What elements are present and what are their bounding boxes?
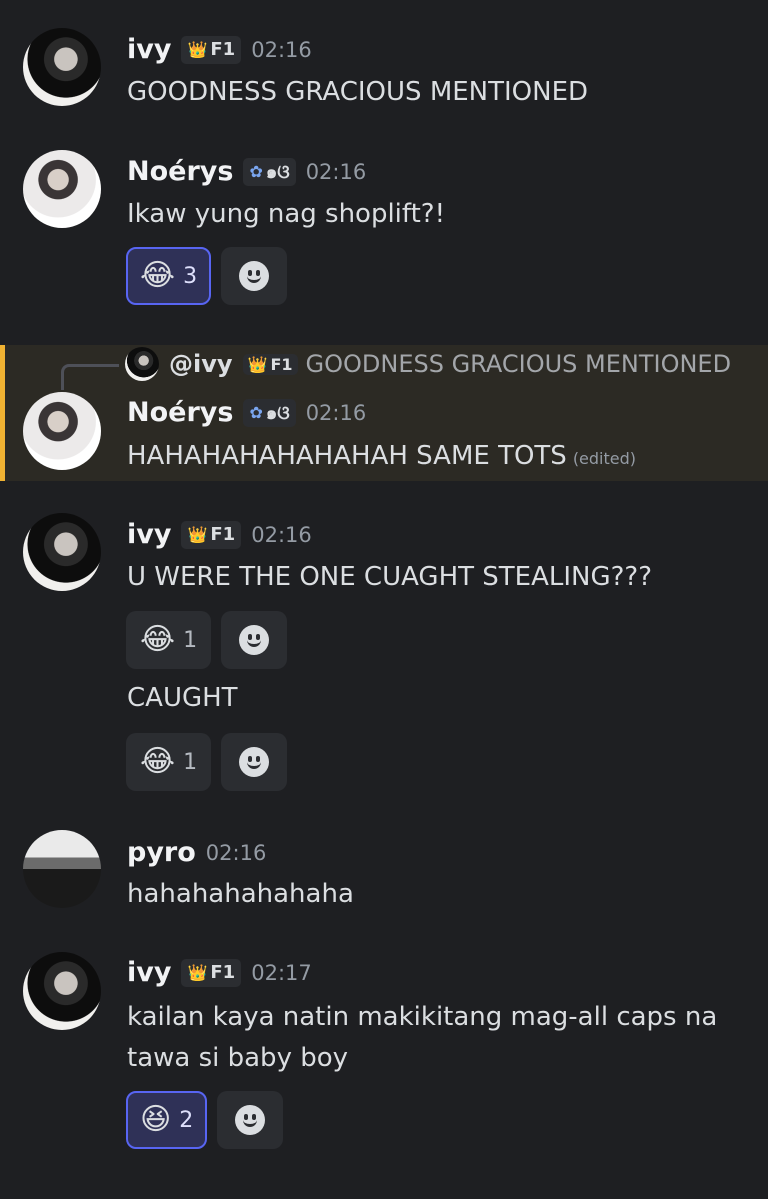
username[interactable]: ivy: [127, 519, 171, 550]
reply-role-tag: 👑 F1: [242, 353, 298, 375]
role-tag[interactable]: ✿ ๑ଓ: [243, 157, 296, 186]
reply-preview[interactable]: @ivy 👑 F1 GOODNESS GRACIOUS MENTIONED: [125, 347, 731, 381]
message-text: HAHAHAHAHAHAHAH SAME TOTS (edited): [127, 441, 637, 471]
smiley-icon: [239, 625, 270, 655]
crown-icon: 👑: [187, 40, 208, 59]
avatar[interactable]: [23, 952, 101, 1030]
flower-icon: ✿: [249, 162, 263, 181]
timestamp: 02:16: [205, 840, 267, 865]
add-reaction-button[interactable]: [221, 733, 288, 791]
joy-emoji-icon: 😂: [140, 744, 176, 779]
reaction-count: 3: [183, 263, 198, 289]
username[interactable]: Noérys: [127, 156, 233, 187]
timestamp: 02:16: [251, 37, 312, 62]
reaction-joy[interactable]: 😂 1: [126, 733, 212, 791]
role-tag[interactable]: 👑 F1: [181, 35, 242, 64]
timestamp: 02:17: [251, 960, 312, 985]
crown-icon: 👑: [247, 354, 268, 374]
role-tag[interactable]: ✿ ๑ଓ: [243, 398, 296, 427]
avatar[interactable]: [23, 830, 101, 908]
reaction-count: 2: [179, 1107, 194, 1133]
joy-emoji-icon: 😂: [140, 622, 176, 657]
reply-text: GOODNESS GRACIOUS MENTIONED: [305, 350, 732, 378]
reply-username[interactable]: @ivy: [169, 350, 233, 378]
message-text: hahahahahahaha: [127, 879, 354, 909]
smiley-icon: [239, 261, 270, 291]
add-reaction-button[interactable]: [221, 247, 288, 305]
reply-connector: [61, 364, 119, 390]
smiley-icon: [239, 747, 270, 777]
message-text: CAUGHT: [127, 683, 238, 713]
username[interactable]: ivy: [127, 957, 171, 988]
timestamp: 02:16: [305, 159, 367, 184]
timestamp: 02:16: [251, 522, 312, 547]
reply-avatar: [125, 347, 159, 381]
avatar[interactable]: [23, 150, 101, 228]
joy-emoji-icon: 😂: [140, 258, 176, 293]
reaction-joy[interactable]: 😂 1: [126, 611, 212, 669]
username[interactable]: Noérys: [127, 397, 233, 428]
role-tag[interactable]: 👑 F1: [181, 958, 242, 987]
laughing-emoji-icon: 😆: [140, 1102, 172, 1137]
crown-icon: 👑: [187, 525, 208, 544]
reaction-laughing[interactable]: 😆 2: [126, 1091, 208, 1149]
avatar[interactable]: [23, 28, 101, 106]
smiley-icon: [235, 1105, 266, 1135]
add-reaction-button[interactable]: [217, 1091, 284, 1149]
message-text: GOODNESS GRACIOUS MENTIONED: [127, 77, 589, 107]
role-tag[interactable]: 👑 F1: [181, 520, 242, 549]
edited-label: (edited): [572, 449, 637, 468]
avatar[interactable]: [23, 513, 101, 591]
reaction-count: 1: [183, 627, 198, 653]
flower-icon: ✿: [249, 403, 263, 422]
message-text: U WERE THE ONE CUAGHT STEALING???: [127, 562, 653, 592]
reaction-joy[interactable]: 😂 3: [126, 247, 212, 305]
username[interactable]: ivy: [127, 34, 171, 65]
username[interactable]: pyro: [127, 837, 196, 868]
avatar[interactable]: [23, 392, 101, 470]
reaction-count: 1: [183, 749, 198, 775]
timestamp: 02:16: [305, 400, 367, 425]
message-text-line-1: kailan kaya natin makikitang mag-all cap…: [127, 1002, 718, 1032]
message-text: Ikaw yung nag shoplift?!: [127, 199, 446, 229]
message-text-line-2: tawa si baby boy: [127, 1043, 349, 1073]
crown-icon: 👑: [187, 963, 208, 982]
add-reaction-button[interactable]: [221, 611, 288, 669]
